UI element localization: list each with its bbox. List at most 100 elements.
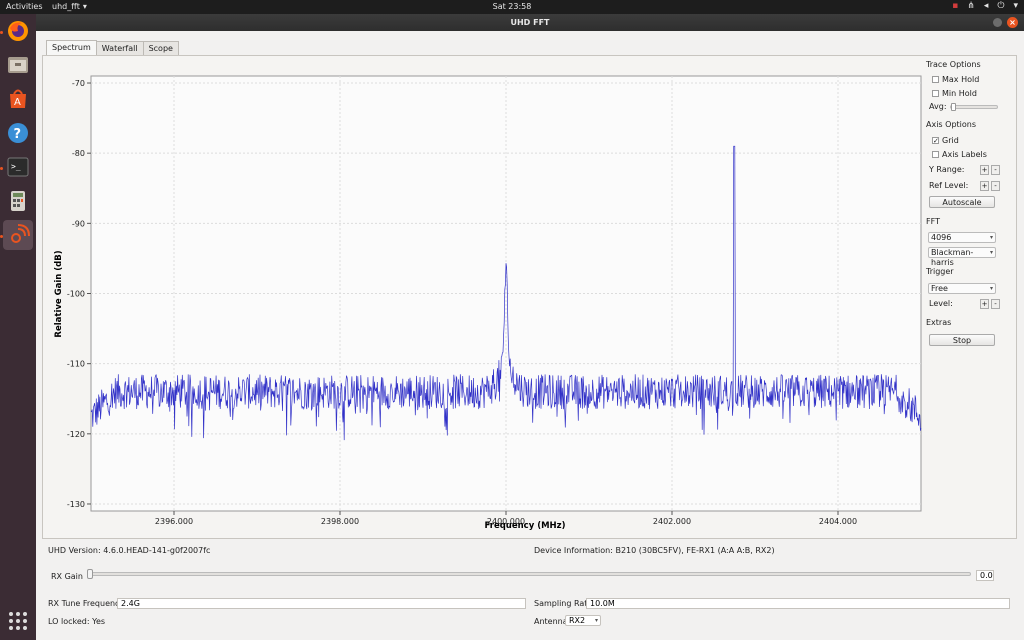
rx-gain-label: RX Gain bbox=[51, 572, 83, 581]
rx-tune-label: RX Tune Frequency: bbox=[48, 599, 127, 608]
y-tick-label: -70 bbox=[72, 79, 85, 88]
y-tick-label: -120 bbox=[67, 430, 85, 439]
fft-heading: FFT bbox=[926, 217, 940, 226]
system-tray[interactable]: ▪ ⋔ ◂ ⏻ ▾ bbox=[952, 1, 1018, 11]
chevron-down-icon: ▾ bbox=[989, 234, 993, 241]
gnuradio-icon[interactable] bbox=[3, 220, 33, 250]
files-icon[interactable] bbox=[3, 50, 33, 80]
network-icon: ⋔ bbox=[967, 1, 975, 11]
y-range-label: Y Range: bbox=[929, 165, 965, 174]
ref-level-minus-button[interactable]: - bbox=[991, 181, 1000, 191]
close-button[interactable]: × bbox=[1007, 17, 1018, 28]
tab-scope[interactable]: Scope bbox=[142, 41, 179, 55]
check-icon: ✓ bbox=[932, 137, 939, 145]
y-axis-label: Relative Gain (dB) bbox=[54, 250, 64, 337]
y-range-minus-button[interactable]: - bbox=[991, 165, 1000, 175]
autoscale-button[interactable]: Autoscale bbox=[929, 196, 995, 208]
app-name: uhd_fft bbox=[52, 2, 80, 11]
window-function-value: Blackman-harris bbox=[931, 248, 974, 267]
rx-gain-slider[interactable] bbox=[91, 572, 971, 576]
firefox-icon[interactable] bbox=[3, 16, 33, 46]
uhd-fft-window: UHD FFT × Spectrum Waterfall Scope -70 -8… bbox=[36, 14, 1024, 640]
axis-labels-label: Axis Labels bbox=[942, 150, 987, 159]
tab-waterfall[interactable]: Waterfall bbox=[95, 41, 144, 55]
max-hold-checkbox[interactable]: Max Hold bbox=[932, 75, 979, 84]
minimize-button[interactable] bbox=[993, 18, 1002, 27]
top-bar: Activities uhd_fft ▾ Sat 23:58 ▪ ⋔ ◂ ⏻ ▾ bbox=[0, 0, 1024, 14]
window-function-select[interactable]: Blackman-harris ▾ bbox=[928, 247, 996, 267]
y-range-plus-button[interactable]: + bbox=[980, 165, 989, 175]
axis-labels-checkbox[interactable]: Axis Labels bbox=[932, 150, 987, 159]
chevron-down-icon: ▾ bbox=[594, 617, 598, 624]
grid-checkbox[interactable]: ✓ Grid bbox=[932, 136, 959, 145]
max-hold-label: Max Hold bbox=[942, 75, 980, 84]
window-titlebar[interactable]: UHD FFT × bbox=[36, 14, 1024, 31]
x-tick-label: 2404.000 bbox=[819, 517, 857, 526]
calculator-icon[interactable] bbox=[3, 186, 33, 216]
chevron-down-icon: ▾ bbox=[1013, 1, 1018, 11]
clock[interactable]: Sat 23:58 bbox=[0, 2, 1024, 11]
y-tick-label: -110 bbox=[67, 360, 85, 369]
min-hold-label: Min Hold bbox=[942, 89, 977, 98]
tab-bar: Spectrum Waterfall Scope bbox=[46, 40, 179, 56]
activities-button[interactable]: Activities bbox=[6, 2, 43, 11]
trace-options-heading: Trace Options bbox=[926, 60, 981, 69]
axis-options-heading: Axis Options bbox=[926, 120, 977, 129]
x-axis-label: Frequency (MHz) bbox=[485, 521, 566, 531]
chevron-down-icon: ▾ bbox=[989, 249, 993, 256]
device-information: Device Information: B210 (30BC5FV), FE-R… bbox=[534, 546, 775, 555]
grid-label: Grid bbox=[942, 136, 959, 145]
dock: A ? >_ bbox=[0, 14, 36, 640]
stop-button[interactable]: Stop bbox=[929, 334, 995, 346]
extras-heading: Extras bbox=[926, 318, 952, 327]
y-tick-label: -100 bbox=[67, 290, 85, 299]
ref-level-label: Ref Level: bbox=[929, 181, 969, 190]
avg-slider[interactable] bbox=[949, 102, 998, 111]
y-tick-label: -80 bbox=[72, 149, 85, 158]
svg-text:>_: >_ bbox=[11, 162, 21, 171]
chevron-down-icon: ▾ bbox=[989, 285, 993, 292]
chevron-down-icon: ▾ bbox=[82, 2, 87, 11]
checkbox-icon bbox=[932, 76, 939, 83]
avg-row: Avg: bbox=[929, 102, 998, 111]
x-tick-label: 2398.000 bbox=[321, 517, 359, 526]
uhd-version: UHD Version: 4.6.0.HEAD-141-g0f2007fc bbox=[48, 546, 211, 555]
lo-locked-status: LO locked: Yes bbox=[48, 617, 106, 626]
antenna-select[interactable]: RX2 ▾ bbox=[565, 615, 601, 626]
trigger-mode-select[interactable]: Free ▾ bbox=[928, 283, 996, 294]
rx-gain-value[interactable]: 0.0 bbox=[976, 570, 994, 581]
avg-slider-handle[interactable] bbox=[950, 102, 956, 111]
rx-gain-slider-handle[interactable] bbox=[87, 569, 93, 579]
ref-level-plus-button[interactable]: + bbox=[980, 181, 989, 191]
svg-text:?: ? bbox=[14, 127, 22, 142]
terminal-icon[interactable]: >_ bbox=[3, 152, 33, 182]
trigger-heading: Trigger bbox=[926, 267, 954, 276]
min-hold-checkbox[interactable]: Min Hold bbox=[932, 89, 977, 98]
app-menu[interactable]: uhd_fft ▾ bbox=[52, 2, 87, 11]
svg-text:A: A bbox=[14, 97, 21, 108]
antenna-value: RX2 bbox=[569, 616, 586, 625]
fft-size-select[interactable]: 4096 ▾ bbox=[928, 232, 996, 243]
volume-icon: ◂ bbox=[983, 1, 989, 11]
fft-size-value: 4096 bbox=[931, 233, 952, 242]
tab-spectrum[interactable]: Spectrum bbox=[46, 40, 97, 55]
checkbox-icon bbox=[932, 90, 939, 97]
y-tick-label: -130 bbox=[67, 500, 85, 509]
rx-tune-frequency-input[interactable]: 2.4G bbox=[117, 598, 526, 609]
sampling-rate-input[interactable]: 10.0M bbox=[586, 598, 1010, 609]
x-tick-label: 2396.000 bbox=[155, 517, 193, 526]
x-tick-label: 2402.000 bbox=[653, 517, 691, 526]
spectrum-panel: -70 -80 -90 -100 -110 -120 -130 2396.000 2398.0… bbox=[42, 55, 1017, 539]
avg-label: Avg: bbox=[929, 102, 947, 111]
power-icon: ⏻ bbox=[997, 1, 1005, 11]
window-title: UHD FFT bbox=[510, 18, 550, 27]
help-icon[interactable]: ? bbox=[3, 118, 33, 148]
recording-icon: ▪ bbox=[952, 1, 959, 11]
software-center-icon[interactable]: A bbox=[3, 84, 33, 114]
checkbox-icon bbox=[932, 151, 939, 158]
trigger-mode-value: Free bbox=[931, 284, 948, 293]
level-minus-button[interactable]: - bbox=[991, 299, 1000, 309]
show-apps-icon[interactable] bbox=[3, 606, 33, 636]
level-plus-button[interactable]: + bbox=[980, 299, 989, 309]
spectrum-chart[interactable]: -70 -80 -90 -100 -110 -120 -130 2396.000 2398.0… bbox=[43, 56, 923, 540]
